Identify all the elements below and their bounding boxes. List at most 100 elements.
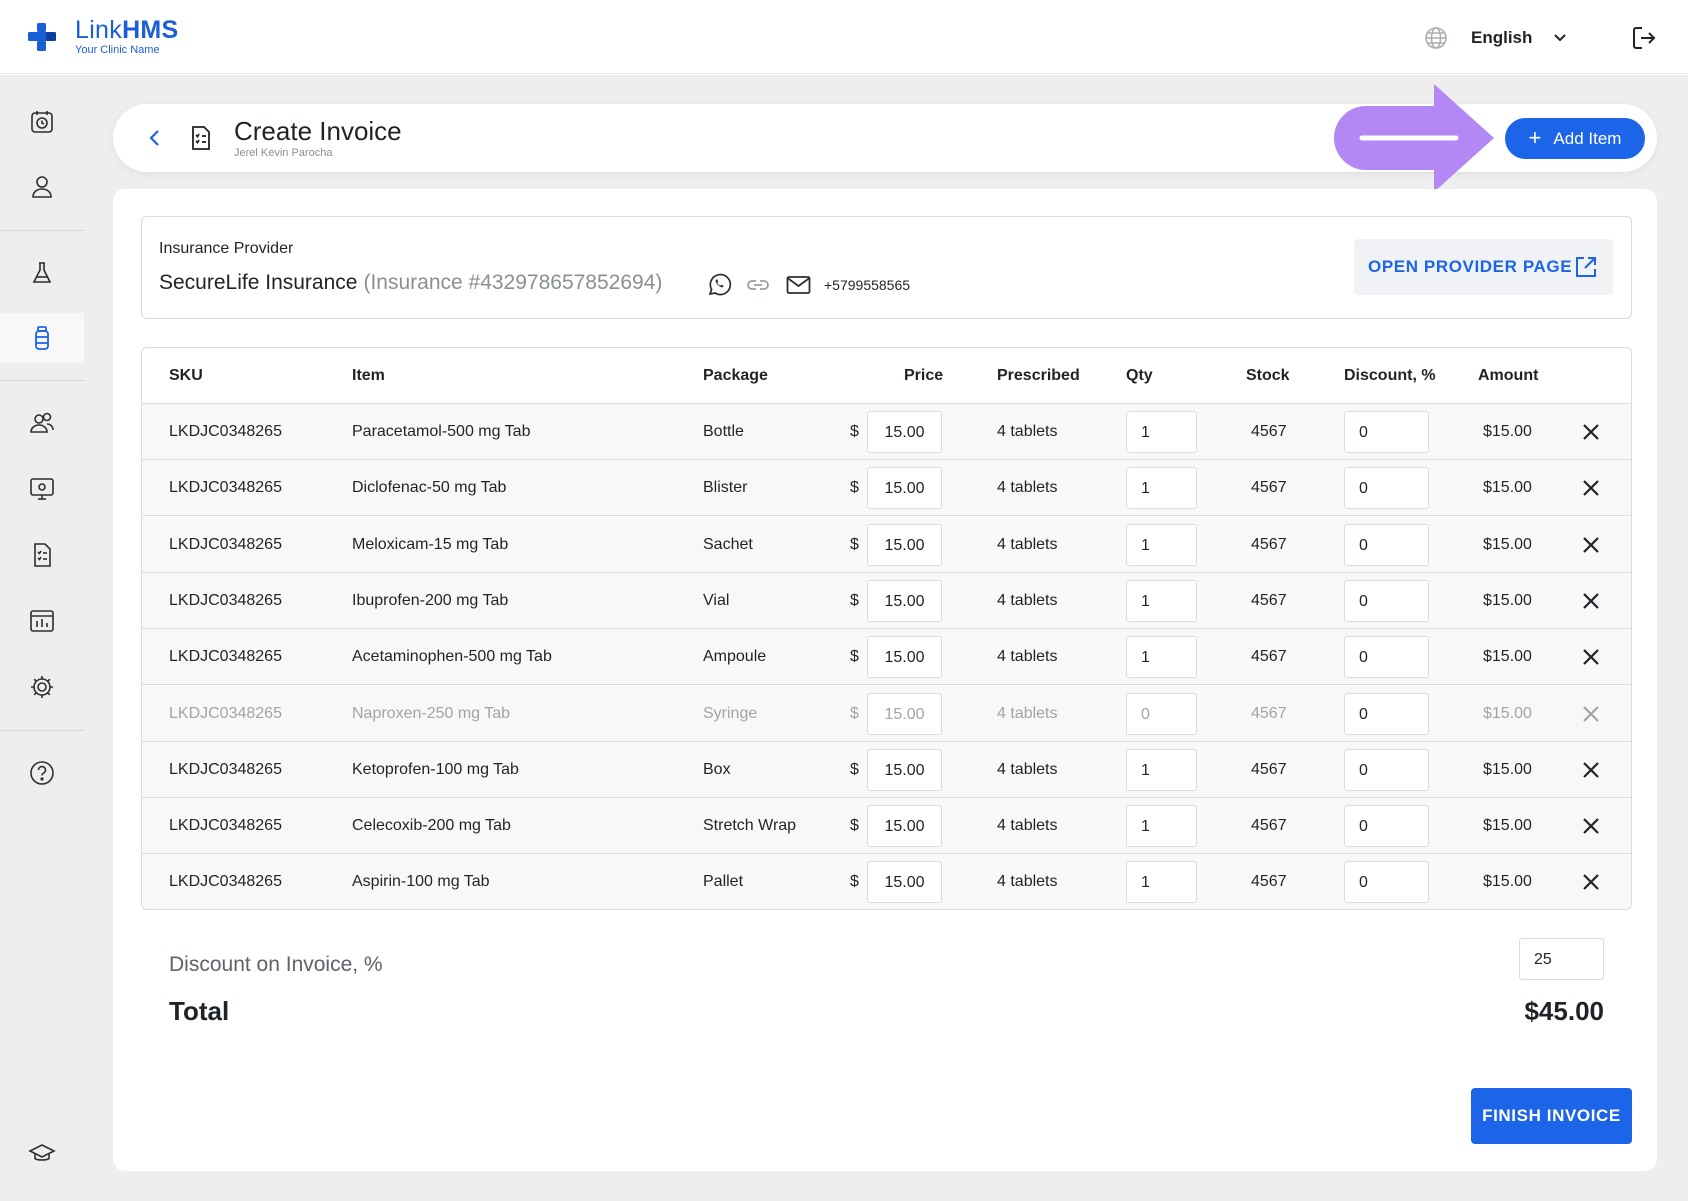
column-header-stock: Stock [1246,367,1290,384]
cell-stock: 4567 [1251,591,1287,609]
open-provider-page-button[interactable]: OPEN PROVIDER PAGE [1354,239,1613,295]
qty-input[interactable]: 1 [1126,467,1197,510]
invoice-discount-input[interactable]: 25 [1519,938,1604,980]
sidebar-item-patients[interactable] [0,162,84,212]
price-input[interactable]: 15.00 [867,411,942,453]
table-row: LKDJC0348265 Acetaminophen-500 mg Tab Ampo… [142,629,1631,686]
price-input[interactable]: 15.00 [867,692,942,735]
invoice-discount-label: Discount on Invoice, % [169,953,383,976]
whatsapp-icon[interactable] [706,272,732,298]
sidebar-item-staff[interactable] [0,398,84,448]
sidebar-item-invoices[interactable] [0,530,84,580]
qty-input[interactable]: 1 [1126,523,1197,566]
column-header-discount: Discount, % [1344,367,1436,384]
price-input[interactable]: 15.00 [867,636,942,679]
discount-input[interactable]: 0 [1344,692,1429,735]
cell-sku: LKDJC0348265 [169,479,282,497]
invoice-document-icon [192,126,210,150]
remove-row-icon[interactable] [1580,815,1602,837]
sidebar-item-training[interactable] [0,1128,84,1178]
sidebar-item-pharmacy[interactable] [0,313,84,363]
qty-input[interactable]: 1 [1126,636,1197,679]
cell-package: Vial [703,591,730,609]
column-header-prescribed: Prescribed [997,367,1080,384]
cell-amount: $15.00 [1483,535,1532,553]
page-title: Create Invoice [234,116,402,146]
cell-sku: LKDJC0348265 [169,760,282,778]
sidebar-item-laboratory[interactable] [0,248,84,298]
sidebar-item-devices[interactable] [0,464,84,514]
remove-row-icon[interactable] [1580,534,1602,556]
clinic-name: Your Clinic Name [75,44,160,56]
sidebar-item-settings[interactable] [0,662,84,712]
globe-icon[interactable] [1424,26,1448,50]
cell-stock: 4567 [1251,423,1287,440]
qty-input[interactable]: 1 [1126,805,1197,848]
sidebar-item-reports[interactable] [0,596,84,646]
remove-row-icon[interactable] [1580,759,1602,781]
language-selector[interactable]: English [1471,28,1532,48]
remove-row-icon[interactable] [1580,421,1602,443]
qty-input[interactable]: 0 [1126,692,1197,735]
column-header-item: Item [352,367,385,384]
cell-sku: LKDJC0348265 [169,817,282,835]
cell-item: Paracetamol-500 mg Tab [352,423,531,440]
cell-package: Box [703,760,731,778]
qty-input[interactable]: 1 [1126,861,1197,904]
discount-input[interactable]: 0 [1344,861,1429,904]
remove-row-icon[interactable] [1580,477,1602,499]
sidebar-item-help[interactable] [0,748,84,798]
add-item-button[interactable]: + Add Item [1505,118,1645,159]
medicine-bottle-icon [35,326,49,350]
cell-package: Blister [703,479,748,497]
logout-icon[interactable] [1630,24,1658,52]
provider-name: SecureLife Insurance (Insurance #43297865… [159,271,663,294]
back-arrow-icon[interactable] [143,126,167,150]
price-input[interactable]: 15.00 [867,805,942,848]
user-icon [32,176,52,198]
cell-sku: LKDJC0348265 [169,704,282,722]
qty-input[interactable]: 1 [1126,579,1197,622]
price-input[interactable]: 15.00 [867,579,942,622]
price-input[interactable]: 15.00 [867,748,942,791]
cell-amount: $15.00 [1483,479,1532,497]
currency-symbol: $ [850,817,859,835]
qty-input[interactable]: 1 [1126,748,1197,791]
monitor-settings-icon [30,478,54,500]
invoice-items-table: SKU Item Package Price Prescribed Qty St… [141,347,1632,910]
cell-package: Ampoule [703,648,767,666]
discount-input[interactable]: 0 [1344,805,1429,848]
cell-sku: LKDJC0348265 [169,648,282,666]
cell-prescribed: 4 tablets [997,704,1058,722]
cell-item: Celecoxib-200 mg Tab [352,817,511,835]
cell-stock: 4567 [1251,760,1287,778]
help-icon [30,761,54,785]
cell-amount: $15.00 [1483,817,1532,835]
remove-row-icon[interactable] [1580,871,1602,893]
finish-invoice-button[interactable]: FINISH INVOICE [1471,1088,1632,1144]
discount-input[interactable]: 0 [1344,523,1429,566]
price-input[interactable]: 15.00 [867,861,942,904]
discount-input[interactable]: 0 [1344,636,1429,679]
users-group-icon [30,412,54,433]
remove-row-icon[interactable] [1580,703,1602,725]
discount-input[interactable]: 0 [1344,748,1429,791]
price-input[interactable]: 15.00 [867,467,942,510]
chevron-down-icon[interactable] [1550,28,1570,48]
table-row: LKDJC0348265 Celecoxib-200 mg Tab Stretch … [142,798,1631,855]
discount-input[interactable]: 0 [1344,467,1429,510]
link-icon[interactable] [745,272,771,298]
remove-row-icon[interactable] [1580,646,1602,668]
qty-input[interactable]: 1 [1126,411,1197,453]
cell-sku: LKDJC0348265 [169,535,282,553]
discount-input[interactable]: 0 [1344,579,1429,622]
remove-row-icon[interactable] [1580,590,1602,612]
price-input[interactable]: 15.00 [867,523,942,566]
cell-prescribed: 4 tablets [997,479,1058,497]
discount-input[interactable]: 0 [1344,411,1429,453]
sidebar-item-appointments[interactable] [0,97,84,147]
provider-phone[interactable]: +5799558565 [824,277,910,293]
cell-prescribed: 4 tablets [997,535,1058,553]
mail-icon[interactable] [785,272,812,298]
cell-package: Syringe [703,704,758,722]
